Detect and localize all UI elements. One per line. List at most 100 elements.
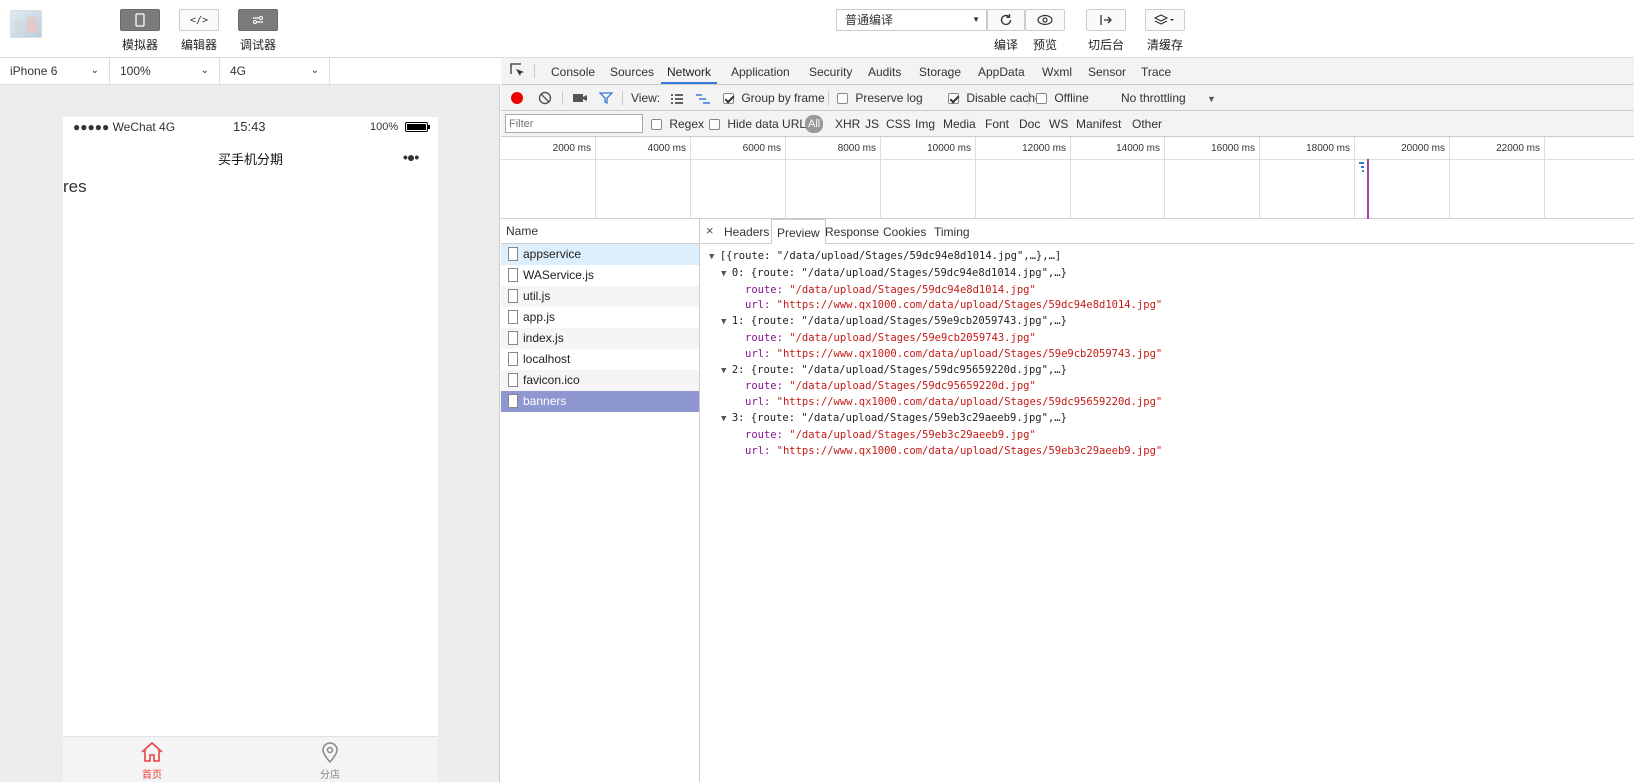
- clear-cache-button[interactable]: [1145, 9, 1185, 31]
- network-select[interactable]: 4G ⌄: [220, 58, 330, 84]
- tab-console[interactable]: Console: [545, 58, 601, 84]
- tab-appdata[interactable]: AppData: [972, 58, 1031, 84]
- waterfall-overview-icon[interactable]: [695, 93, 711, 105]
- type-filter-img[interactable]: Img: [915, 111, 935, 137]
- triangle-down-icon: ▼: [721, 317, 732, 328]
- type-filter-media[interactable]: Media: [943, 111, 976, 137]
- json-item-row[interactable]: ▼ 2: {route: "/data/upload/Stages/59dc95…: [709, 363, 1162, 380]
- chevron-down-icon: ⌄: [200, 65, 209, 76]
- inspect-element-icon[interactable]: [510, 63, 526, 79]
- group-by-frame-toggle[interactable]: Group by frame: [723, 85, 825, 111]
- chevron-down-icon: ⌄: [90, 65, 99, 76]
- tab-network[interactable]: Network: [661, 58, 718, 84]
- request-row[interactable]: favicon.ico: [501, 370, 699, 391]
- json-item-row[interactable]: ▼ 3: {route: "/data/upload/Stages/59eb3c…: [709, 411, 1162, 428]
- large-rows-icon[interactable]: [670, 93, 684, 105]
- throttling-select[interactable]: No throttling ▼: [1121, 85, 1216, 111]
- filter-funnel-icon[interactable]: [599, 91, 613, 105]
- type-filter-doc[interactable]: Doc: [1019, 111, 1040, 137]
- detail-tab-timing[interactable]: Timing: [929, 219, 975, 244]
- hide-data-urls-checkbox[interactable]: [709, 119, 720, 131]
- type-filter-css[interactable]: CSS: [886, 111, 911, 137]
- exit-to-background-icon: [1100, 15, 1112, 25]
- simulator-button[interactable]: [120, 9, 160, 31]
- tab-wxml[interactable]: Wxml: [1036, 58, 1078, 84]
- detail-tab-headers[interactable]: Headers: [719, 219, 774, 244]
- json-value: "/data/upload/Stages/59eb3c29aeeb9.jpg": [789, 428, 1036, 441]
- network-value: 4G: [230, 64, 247, 78]
- request-row-selected[interactable]: banners: [501, 391, 699, 412]
- debugger-button[interactable]: [238, 9, 278, 31]
- page-title: 买手机分期: [217, 152, 283, 167]
- json-key: route:: [745, 380, 783, 393]
- timeline-tick-label: 4000 ms: [647, 143, 686, 154]
- tab-storage[interactable]: Storage: [913, 58, 967, 84]
- devtools-tabs: Console Sources Network Application Secu…: [501, 58, 1634, 85]
- file-icon: [508, 247, 518, 261]
- tab-application[interactable]: Application: [725, 58, 796, 84]
- compile-button[interactable]: [987, 9, 1025, 31]
- regex-toggle[interactable]: Regex: [651, 111, 704, 137]
- tab-security[interactable]: Security: [803, 58, 858, 84]
- tab-store[interactable]: 分店: [300, 741, 360, 781]
- tab-sensor[interactable]: Sensor: [1082, 58, 1132, 84]
- json-item-row[interactable]: ▼ 0: {route: "/data/upload/Stages/59dc94…: [709, 266, 1162, 283]
- code-icon: </>: [189, 14, 209, 26]
- debug-icon: [253, 16, 263, 24]
- json-key: route:: [745, 331, 783, 344]
- detail-tab-preview[interactable]: Preview: [771, 219, 826, 244]
- regex-checkbox[interactable]: [651, 119, 662, 131]
- timeline-overview[interactable]: 2000 ms 4000 ms 6000 ms 8000 ms 10000 ms 1200…: [501, 137, 1634, 219]
- editor-button[interactable]: </>: [179, 9, 219, 31]
- preserve-log-checkbox[interactable]: [837, 93, 848, 105]
- request-row[interactable]: index.js: [501, 328, 699, 349]
- name-column-header[interactable]: Name: [501, 219, 699, 244]
- json-item-summary: 2: {route: "/data/upload/Stages/59dc9565…: [731, 363, 1067, 376]
- more-menu-icon[interactable]: •●•: [403, 149, 419, 165]
- type-filter-font[interactable]: Font: [985, 111, 1009, 137]
- background-label: 切后台: [1087, 38, 1124, 52]
- record-icon[interactable]: [510, 91, 524, 105]
- request-row[interactable]: appservice: [501, 244, 699, 265]
- timeline-tick-label: 14000 ms: [1116, 143, 1160, 154]
- background-button[interactable]: [1086, 9, 1126, 31]
- tab-home[interactable]: 首页: [122, 741, 182, 781]
- type-filter-ws[interactable]: WS: [1049, 111, 1068, 137]
- request-row[interactable]: util.js: [501, 286, 699, 307]
- detail-tab-cookies[interactable]: Cookies: [878, 219, 931, 244]
- json-root-row[interactable]: ▼ [{route: "/data/upload/Stages/59dc94e8…: [709, 249, 1162, 266]
- preview-button[interactable]: [1025, 9, 1065, 31]
- tab-sources[interactable]: Sources: [604, 58, 660, 84]
- group-by-frame-checkbox[interactable]: [723, 93, 734, 105]
- preserve-log-toggle[interactable]: Preserve log: [837, 85, 923, 111]
- type-filter-manifest[interactable]: Manifest: [1076, 111, 1121, 137]
- user-avatar[interactable]: [10, 10, 42, 38]
- type-filter-xhr[interactable]: XHR: [835, 111, 860, 137]
- hide-data-urls-toggle[interactable]: Hide data URLs: [709, 111, 812, 137]
- tab-audits[interactable]: Audits: [862, 58, 907, 84]
- clear-icon[interactable]: [538, 91, 552, 105]
- offline-label: Offline: [1054, 91, 1089, 105]
- json-item-row[interactable]: ▼ 1: {route: "/data/upload/Stages/59e9cb…: [709, 314, 1162, 331]
- disable-cache-checkbox[interactable]: [948, 93, 959, 105]
- request-name: favicon.ico: [523, 373, 580, 387]
- tab-trace[interactable]: Trace: [1135, 58, 1177, 84]
- detail-tab-response[interactable]: Response: [820, 219, 884, 244]
- type-filter-js[interactable]: JS: [865, 111, 879, 137]
- type-filter-other[interactable]: Other: [1132, 111, 1162, 137]
- offline-toggle[interactable]: Offline: [1036, 85, 1089, 111]
- clock: 15:43: [233, 119, 266, 134]
- json-route-row: route: "/data/upload/Stages/59dc95659220…: [709, 379, 1162, 395]
- request-row[interactable]: localhost: [501, 349, 699, 370]
- request-row[interactable]: app.js: [501, 307, 699, 328]
- filter-input[interactable]: [505, 114, 643, 133]
- request-row[interactable]: WAService.js: [501, 265, 699, 286]
- device-model-select[interactable]: iPhone 6 ⌄: [0, 58, 110, 84]
- compile-mode-select[interactable]: 普通编译 ▼: [836, 9, 987, 31]
- screenshot-camera-icon[interactable]: [572, 91, 588, 105]
- close-icon[interactable]: ×: [706, 223, 714, 238]
- offline-checkbox[interactable]: [1036, 93, 1047, 105]
- type-filter-all[interactable]: All: [805, 115, 824, 133]
- zoom-select[interactable]: 100% ⌄: [110, 58, 220, 84]
- location-pin-icon: [322, 742, 338, 764]
